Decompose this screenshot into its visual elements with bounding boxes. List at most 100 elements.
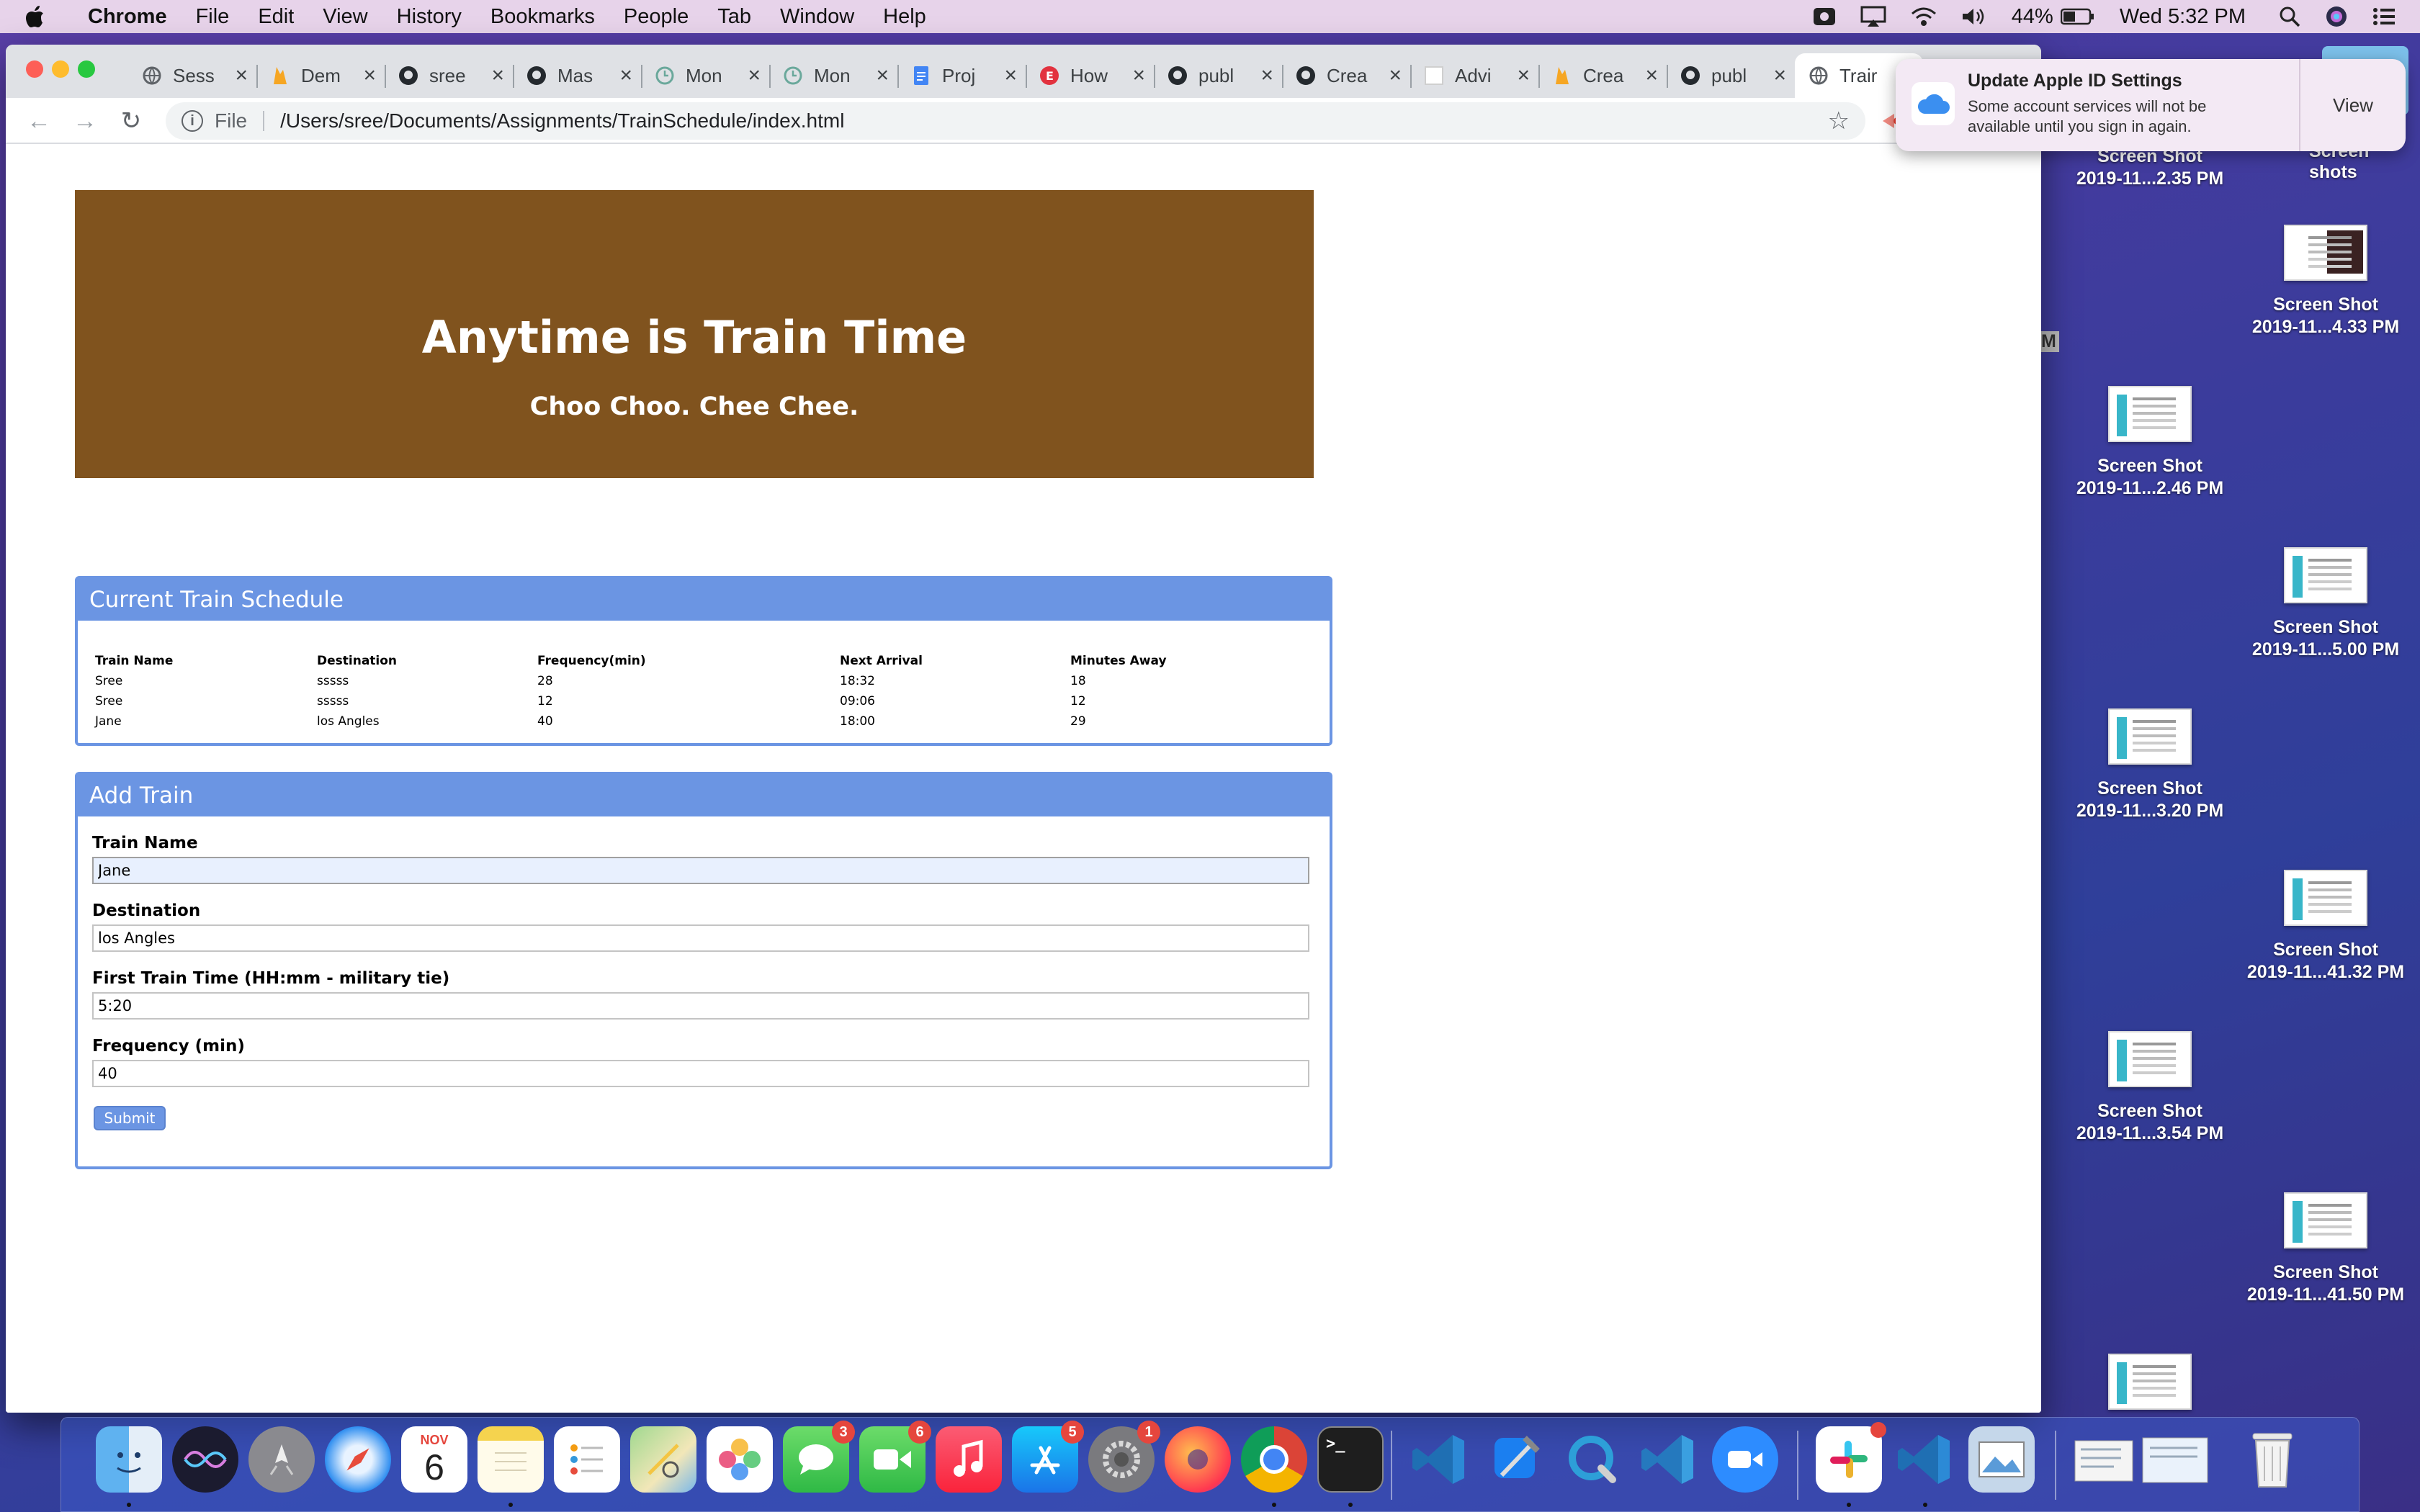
site-info-icon[interactable]: i bbox=[182, 110, 203, 132]
tab-close-icon[interactable]: × bbox=[1260, 63, 1273, 88]
menu-window[interactable]: Window bbox=[780, 5, 854, 29]
siri-icon[interactable] bbox=[2325, 5, 2348, 28]
tab-close-icon[interactable]: × bbox=[619, 63, 632, 88]
tab-publ-2[interactable]: publ × bbox=[1667, 53, 1795, 98]
submit-button[interactable]: Submit bbox=[94, 1106, 166, 1130]
slack-icon[interactable] bbox=[1816, 1422, 1886, 1493]
tab-sree[interactable]: sree × bbox=[385, 53, 513, 98]
tab-close-icon[interactable]: × bbox=[1517, 63, 1530, 88]
tab-close-icon[interactable]: × bbox=[748, 63, 761, 88]
tab-close-icon[interactable]: × bbox=[1773, 63, 1786, 88]
menu-help[interactable]: Help bbox=[883, 5, 926, 29]
tab-close-icon[interactable]: × bbox=[491, 63, 504, 88]
frequency-input[interactable] bbox=[92, 1060, 1309, 1087]
volume-icon[interactable] bbox=[1961, 6, 1987, 27]
tab-close-icon[interactable]: × bbox=[876, 63, 889, 88]
tab-crea-1[interactable]: Crea × bbox=[1282, 53, 1410, 98]
tab-publ-1[interactable]: publ × bbox=[1154, 53, 1282, 98]
tab-close-icon[interactable]: × bbox=[1645, 63, 1658, 88]
screen-record-icon[interactable] bbox=[1813, 6, 1836, 27]
desktop-screenshot-6[interactable]: Screen Shot 2019-11...41.32 PM bbox=[2236, 870, 2416, 984]
menu-app-name[interactable]: Chrome bbox=[88, 5, 167, 29]
back-arrow-icon[interactable]: ← bbox=[24, 107, 53, 135]
notes-icon[interactable] bbox=[478, 1426, 544, 1493]
menu-people[interactable]: People bbox=[624, 5, 689, 29]
notification-center-icon[interactable] bbox=[2372, 7, 2396, 26]
photos-icon[interactable] bbox=[707, 1426, 773, 1493]
menu-file[interactable]: File bbox=[196, 5, 230, 29]
reminders-icon[interactable] bbox=[554, 1426, 620, 1493]
menu-history[interactable]: History bbox=[397, 5, 462, 29]
tab-how[interactable]: E How × bbox=[1026, 53, 1154, 98]
xcode-icon[interactable] bbox=[1483, 1426, 1549, 1493]
notification-view-button[interactable]: View bbox=[2300, 59, 2406, 151]
tab-proj[interactable]: Proj × bbox=[897, 53, 1026, 98]
menu-tab[interactable]: Tab bbox=[717, 5, 751, 29]
minimize-window-button[interactable] bbox=[52, 60, 69, 78]
vscode-insiders-icon[interactable] bbox=[1636, 1426, 1702, 1493]
battery-icon[interactable] bbox=[2060, 8, 2095, 25]
desktop-screenshot-9[interactable] bbox=[2060, 1354, 2240, 1423]
desktop-screenshot-4[interactable]: Screen Shot 2019-11...5.00 PM bbox=[2236, 547, 2416, 661]
tab-crea-2[interactable]: Crea × bbox=[1538, 53, 1667, 98]
apple-id-notification[interactable]: Update Apple ID Settings Some account se… bbox=[1896, 59, 2406, 151]
menu-view[interactable]: View bbox=[323, 5, 367, 29]
reload-icon[interactable]: ↻ bbox=[117, 107, 145, 135]
facetime-icon[interactable]: 6 bbox=[859, 1421, 931, 1493]
desktop-screenshot-2[interactable]: Screen Shot 2019-11...4.33 PM bbox=[2236, 225, 2416, 338]
quicktime-icon[interactable] bbox=[1559, 1426, 1626, 1493]
desktop-screenshot-3[interactable]: Screen Shot 2019-11...2.46 PM bbox=[2060, 386, 2240, 500]
documents-icon[interactable] bbox=[2071, 1426, 2215, 1493]
menu-bookmarks[interactable]: Bookmarks bbox=[490, 5, 595, 29]
zoom-icon[interactable] bbox=[1712, 1426, 1778, 1493]
preview-icon[interactable] bbox=[1968, 1426, 2035, 1493]
music-icon[interactable] bbox=[936, 1426, 1002, 1493]
address-url[interactable]: /Users/sree/Documents/Assignments/TrainS… bbox=[280, 109, 844, 132]
vscode-icon[interactable] bbox=[1407, 1426, 1473, 1493]
first-train-time-input[interactable] bbox=[92, 992, 1309, 1020]
bookmark-star-icon[interactable]: ☆ bbox=[1828, 107, 1850, 135]
chrome-icon[interactable] bbox=[1241, 1426, 1307, 1493]
appstore-icon[interactable]: 5 bbox=[1012, 1421, 1084, 1493]
desktop-screenshot-5[interactable]: Screen Shot 2019-11...3.20 PM bbox=[2060, 708, 2240, 822]
tab-mon-1[interactable]: Mon × bbox=[641, 53, 769, 98]
menu-edit[interactable]: Edit bbox=[258, 5, 294, 29]
tab-mon-2[interactable]: Mon × bbox=[769, 53, 897, 98]
sysprefs-icon[interactable]: 1 bbox=[1088, 1421, 1160, 1493]
address-bar[interactable]: i File /Users/sree/Documents/Assignments… bbox=[166, 102, 1865, 140]
close-window-button[interactable] bbox=[26, 60, 43, 78]
tab-close-icon[interactable]: × bbox=[235, 63, 248, 88]
tab-dem[interactable]: Dem × bbox=[256, 53, 385, 98]
trash-icon[interactable] bbox=[2239, 1426, 2305, 1493]
launchpad-icon[interactable] bbox=[248, 1426, 315, 1493]
desktop-screenshot-1[interactable]: Screen Shot 2019-11...2.35 PM bbox=[2060, 145, 2240, 190]
train-name-input[interactable] bbox=[92, 857, 1309, 884]
tab-close-icon[interactable]: × bbox=[1389, 63, 1402, 88]
siri-icon[interactable] bbox=[172, 1426, 238, 1493]
tab-close-icon[interactable]: × bbox=[363, 63, 376, 88]
tab-close-icon[interactable]: × bbox=[1132, 63, 1145, 88]
tab-sess[interactable]: Sess × bbox=[128, 53, 256, 98]
messages-icon[interactable]: 3 bbox=[783, 1421, 855, 1493]
maps-icon[interactable] bbox=[630, 1426, 696, 1493]
tab-close-icon[interactable]: × bbox=[1004, 63, 1017, 88]
safari-icon[interactable] bbox=[325, 1426, 391, 1493]
tab-mas[interactable]: Mas × bbox=[513, 53, 641, 98]
destination-input[interactable] bbox=[92, 924, 1309, 952]
terminal-icon[interactable]: >_ bbox=[1317, 1426, 1384, 1493]
vscode-icon[interactable] bbox=[1892, 1426, 1958, 1493]
firefox-icon[interactable] bbox=[1165, 1426, 1231, 1493]
desktop-screenshot-7[interactable]: Screen Shot 2019-11...3.54 PM bbox=[2060, 1031, 2240, 1145]
zoom-window-button[interactable] bbox=[78, 60, 95, 78]
calendar-icon[interactable]: NOV 6 bbox=[401, 1426, 467, 1493]
spotlight-search-icon[interactable] bbox=[2279, 6, 2300, 27]
desktop-screenshot-8[interactable]: Screen Shot 2019-11...41.50 PM bbox=[2236, 1192, 2416, 1306]
airplay-icon[interactable] bbox=[1860, 6, 1886, 27]
apple-menu-icon[interactable] bbox=[24, 0, 60, 33]
forward-arrow-icon[interactable]: → bbox=[71, 107, 99, 135]
tab-title: Sess bbox=[173, 64, 215, 86]
wifi-icon[interactable] bbox=[1911, 6, 1937, 27]
tab-advi[interactable]: Advi × bbox=[1410, 53, 1538, 98]
finder-icon[interactable] bbox=[96, 1426, 162, 1493]
menubar-clock[interactable]: Wed 5:32 PM bbox=[2120, 5, 2246, 29]
